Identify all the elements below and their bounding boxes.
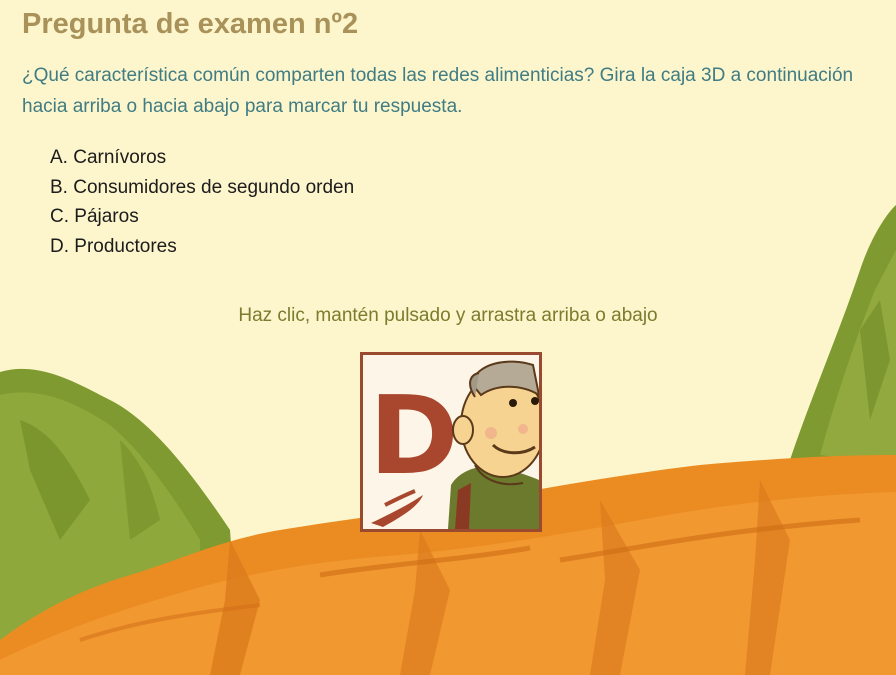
option-c: C. Pájaros	[50, 206, 139, 227]
drag-instruction: Haz clic, mantén pulsado y arrastra arri…	[238, 305, 658, 326]
caveman-character-icon	[448, 360, 539, 529]
exam-question-title: Pregunta de examen nº2	[22, 8, 359, 40]
option-d: D. Productores	[50, 235, 177, 257]
option-a: A. Carnívoros	[50, 147, 167, 168]
cube-face-letter: D	[369, 374, 459, 499]
answer-cube-3d[interactable]: D	[360, 352, 542, 532]
option-b: B. Consumidores de segundo orden	[50, 176, 355, 198]
answer-options-list: A. Carnívoros B. Consumidores de segundo…	[50, 143, 354, 261]
question-text: ¿Qué característica común comparten toda…	[22, 65, 854, 117]
